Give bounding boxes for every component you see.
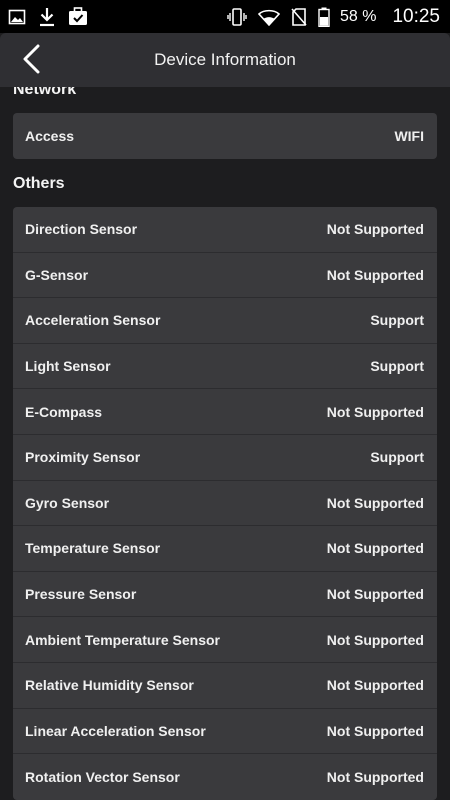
row-label: Temperature Sensor: [25, 540, 161, 557]
table-row: G-Sensor Not Supported: [13, 253, 437, 299]
table-row: Direction Sensor Not Supported: [13, 207, 437, 253]
row-value: Not Supported: [326, 266, 424, 283]
row-label: Gyro Sensor: [25, 494, 110, 511]
row-value: Not Supported: [326, 768, 424, 785]
table-row: Gyro Sensor Not Supported: [13, 481, 437, 527]
row-value: Not Supported: [326, 631, 424, 648]
row-label: Acceleration Sensor: [25, 312, 161, 329]
row-label: Pressure Sensor: [25, 586, 137, 603]
row-value: Not Supported: [326, 494, 424, 511]
info-row-access: Access WIFI: [13, 113, 437, 159]
download-icon: [39, 7, 55, 27]
clock: 10:25: [392, 5, 440, 27]
table-row: Proximity Sensor Support: [13, 435, 437, 481]
section-header-others: Others: [13, 175, 65, 192]
row-value: Not Supported: [326, 403, 424, 420]
table-row: Acceleration Sensor Support: [13, 298, 437, 344]
row-label: G-Sensor: [25, 266, 89, 283]
status-bar-notifications: [8, 7, 101, 27]
table-row: E-Compass Not Supported: [13, 389, 437, 435]
device-info-list[interactable]: Network Access WIFI Others Direction Sen…: [0, 87, 450, 800]
status-bar-system: 58 % 10:25: [216, 6, 440, 28]
row-value: Not Supported: [326, 540, 424, 557]
row-value: Not Supported: [326, 722, 424, 739]
row-label: Access: [25, 127, 75, 144]
row-label: Linear Acceleration Sensor: [25, 722, 206, 739]
page-title: Device Information: [154, 50, 296, 69]
table-row: Linear Acceleration Sensor Not Supported: [13, 709, 437, 755]
table-row: Temperature Sensor Not Supported: [13, 526, 437, 572]
row-label: Ambient Temperature Sensor: [25, 631, 221, 648]
briefcase-check-icon: [68, 7, 88, 26]
table-row: Pressure Sensor Not Supported: [13, 572, 437, 618]
others-card: Direction Sensor Not Supported G-Sensor …: [13, 207, 437, 800]
app-bar: Device Information: [0, 33, 450, 87]
battery-percentage: 58 %: [339, 7, 377, 25]
row-value: Not Supported: [326, 221, 424, 238]
table-row: Rotation Vector Sensor Not Supported: [13, 754, 437, 800]
image-icon: [8, 8, 26, 26]
row-value: WIFI: [394, 127, 424, 144]
row-value: Support: [370, 449, 424, 466]
vibrate-icon: [227, 7, 247, 26]
row-value: Support: [370, 358, 424, 375]
status-bar: 58 % 10:25: [0, 0, 450, 33]
row-label: Proximity Sensor: [25, 449, 141, 466]
battery-icon: [318, 7, 330, 27]
section-header-network: Network: [13, 87, 77, 98]
table-row: Ambient Temperature Sensor Not Supported: [13, 617, 437, 663]
no-sim-icon: [291, 7, 307, 26]
table-row: Relative Humidity Sensor Not Supported: [13, 663, 437, 709]
row-label: Light Sensor: [25, 358, 111, 375]
row-value: Support: [370, 312, 424, 329]
table-row: Light Sensor Support: [13, 344, 437, 390]
row-value: Not Supported: [326, 677, 424, 694]
row-label: Relative Humidity Sensor: [25, 677, 194, 694]
row-value: Not Supported: [326, 586, 424, 603]
wifi-icon: [257, 8, 280, 26]
network-card: Access WIFI: [13, 113, 437, 159]
row-label: E-Compass: [25, 403, 103, 420]
row-label: Rotation Vector Sensor: [25, 768, 180, 785]
row-label: Direction Sensor: [25, 221, 138, 238]
